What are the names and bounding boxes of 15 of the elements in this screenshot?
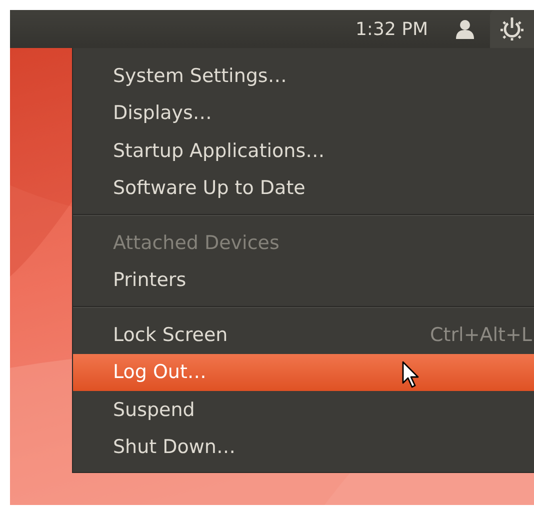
system-menu-button[interactable]	[490, 10, 534, 48]
keyboard-shortcut: Ctrl+Alt+L	[430, 324, 533, 346]
user-icon[interactable]	[456, 19, 474, 39]
clock[interactable]: 1:32 PM	[355, 18, 428, 40]
menu-item[interactable]: Lock Screen Ctrl+Alt+L	[73, 316, 534, 354]
power-gear-icon	[500, 17, 524, 41]
menu-item[interactable]: Printers	[73, 262, 534, 299]
menu-item[interactable]: System Settings…	[73, 57, 534, 94]
menu-item[interactable]: Software Up to Date	[73, 170, 534, 207]
menu-item[interactable]: Suspend	[73, 391, 534, 428]
menu-item[interactable]: Startup Applications…	[73, 132, 534, 170]
menu-item-label: Lock Screen	[113, 324, 228, 346]
menu-item[interactable]: Displays…	[73, 94, 534, 132]
menu-item[interactable]: Shut Down…	[73, 428, 534, 466]
mouse-pointer-icon	[402, 361, 420, 389]
